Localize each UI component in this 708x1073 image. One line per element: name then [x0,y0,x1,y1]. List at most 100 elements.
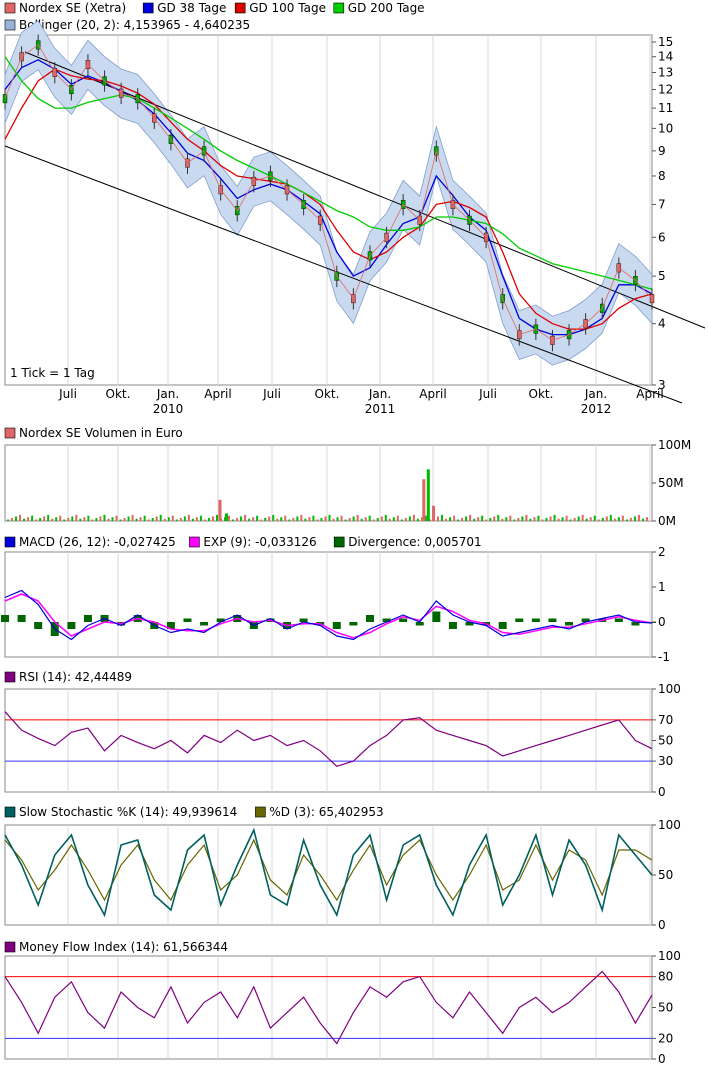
ytick-label-0-2: 5 [658,269,666,283]
volume-bar-131 [533,517,536,521]
volume-bar-111 [453,515,456,521]
divergence-bar-26 [432,611,441,622]
panel-frame-3 [4,688,653,793]
volume-bar-87 [356,514,359,521]
volume-bar-18 [79,518,82,521]
legend-label-2-2: Divergence: 0,005701 [348,535,481,549]
panel-frame-1 [4,444,653,522]
volume-bar-97 [396,515,399,521]
volume-bar-133 [541,519,544,521]
ytick-label-5-0: 100 [658,949,681,963]
volume-bar-52 [215,514,218,521]
divergence-bar-37 [614,618,623,622]
price-candle-39 [649,294,655,304]
volume-bar-50 [207,517,210,521]
volume-bar-153 [621,515,624,521]
divergence-bar-4 [67,622,76,629]
ytick-label-1-0: 100M [658,438,691,452]
volume-bar-12 [55,517,58,521]
volume-bar-32 [135,518,138,521]
volume-bar-81 [332,518,335,521]
volume-bar-62 [256,515,259,521]
volume-bar-125 [509,515,512,521]
volume-bar-5 [27,517,30,521]
legend-swatch-4-0 [4,806,16,818]
volume-bar-7 [35,519,38,521]
volume-bar-95 [388,518,391,521]
volume-bar-115 [469,514,472,521]
volume-bar-148 [601,517,604,521]
ytick-label-5-3: 20 [658,1031,673,1045]
xtick-label-3: April [204,387,231,401]
volume-bar-123 [501,518,504,521]
volume-bar-158 [641,518,644,521]
volume-bar-112 [457,519,460,521]
volume-spike-1 [224,513,228,521]
volume-bar-29 [123,517,126,521]
volume-bar-23 [99,516,102,521]
volume-bar-139 [565,515,568,521]
legend-label-2-1: EXP (9): -0,033126 [203,535,316,549]
volume-bar-43 [179,517,182,521]
volume-bar-150 [609,514,612,521]
volume-bar-69 [284,515,287,521]
volume-bar-120 [489,517,492,521]
ytick-label-2-0: 2 [658,545,666,559]
volume-bar-151 [613,518,616,521]
volume-bar-4 [23,518,26,521]
volume-bar-142 [577,516,580,521]
volume-bar-63 [260,519,263,521]
ytick-label-0-4: 7 [658,197,666,211]
legend-swatch-0-2 [234,2,246,14]
volume-bar-76 [312,515,315,521]
volume-bar-0 [7,519,9,521]
volume-bar-130 [529,518,532,521]
xtick-label-5: Okt. [315,387,340,401]
volume-bar-94 [384,514,387,521]
volume-bar-77 [316,519,319,521]
volume-bar-74 [304,518,307,521]
volume-bar-79 [324,516,327,521]
xtick-label-1: Okt. [106,387,131,401]
legend-label-4-1: %D (3): 65,402953 [269,805,383,819]
volume-bar-30 [127,516,130,521]
volume-bar-28 [119,519,122,521]
legend-label-3-0: RSI (14): 42,44489 [19,670,132,684]
volume-bar-16 [71,516,74,521]
volume-bar-86 [352,516,355,521]
volume-bar-25 [107,518,110,521]
volume-bar-156 [633,516,636,521]
volume-bar-20 [87,515,90,521]
volume-bar-118 [481,515,484,521]
legend-label-4-0: Slow Stochastic %K (14): 49,939614 [19,805,237,819]
volume-bar-19 [83,517,86,521]
ytick-label-0-10: 13 [658,65,673,79]
divergence-bar-24 [399,618,408,622]
volume-bar-46 [191,518,194,521]
volume-bar-56 [232,519,235,521]
volume-bar-64 [264,517,267,521]
volume-bar-136 [553,514,556,521]
xtick-label-8: Juli [478,387,497,401]
volume-bar-51 [211,516,214,521]
volume-bar-35 [147,519,150,521]
ytick-label-2-1: 1 [658,580,666,594]
ytick-label-4-0: 100 [658,818,681,832]
volume-bar-27 [115,515,118,521]
ytick-label-2-2: 0 [658,615,666,629]
xtick-label-10: Jan. [584,387,607,401]
ytick-label-1-2: 0M [658,514,676,528]
volume-bar-14 [63,519,66,521]
legend-swatch-2-1 [189,536,200,548]
xtick-label-4: Juli [262,387,281,401]
legend-swatch-3-0 [4,671,16,683]
divergence-bar-30 [498,622,507,629]
volume-bar-110 [449,517,452,521]
volume-bar-144 [585,518,588,521]
volume-bar-149 [605,516,608,521]
tick-note: 1 Tick = 1 Tag [10,366,95,380]
chart-stage: Nordex SE (Xetra) GD 38 Tage GD 100 Tage GD… [1,1,706,1066]
volume-bar-152 [617,517,620,521]
divergence-bar-21 [349,622,358,626]
divergence-bar-1 [17,615,26,622]
